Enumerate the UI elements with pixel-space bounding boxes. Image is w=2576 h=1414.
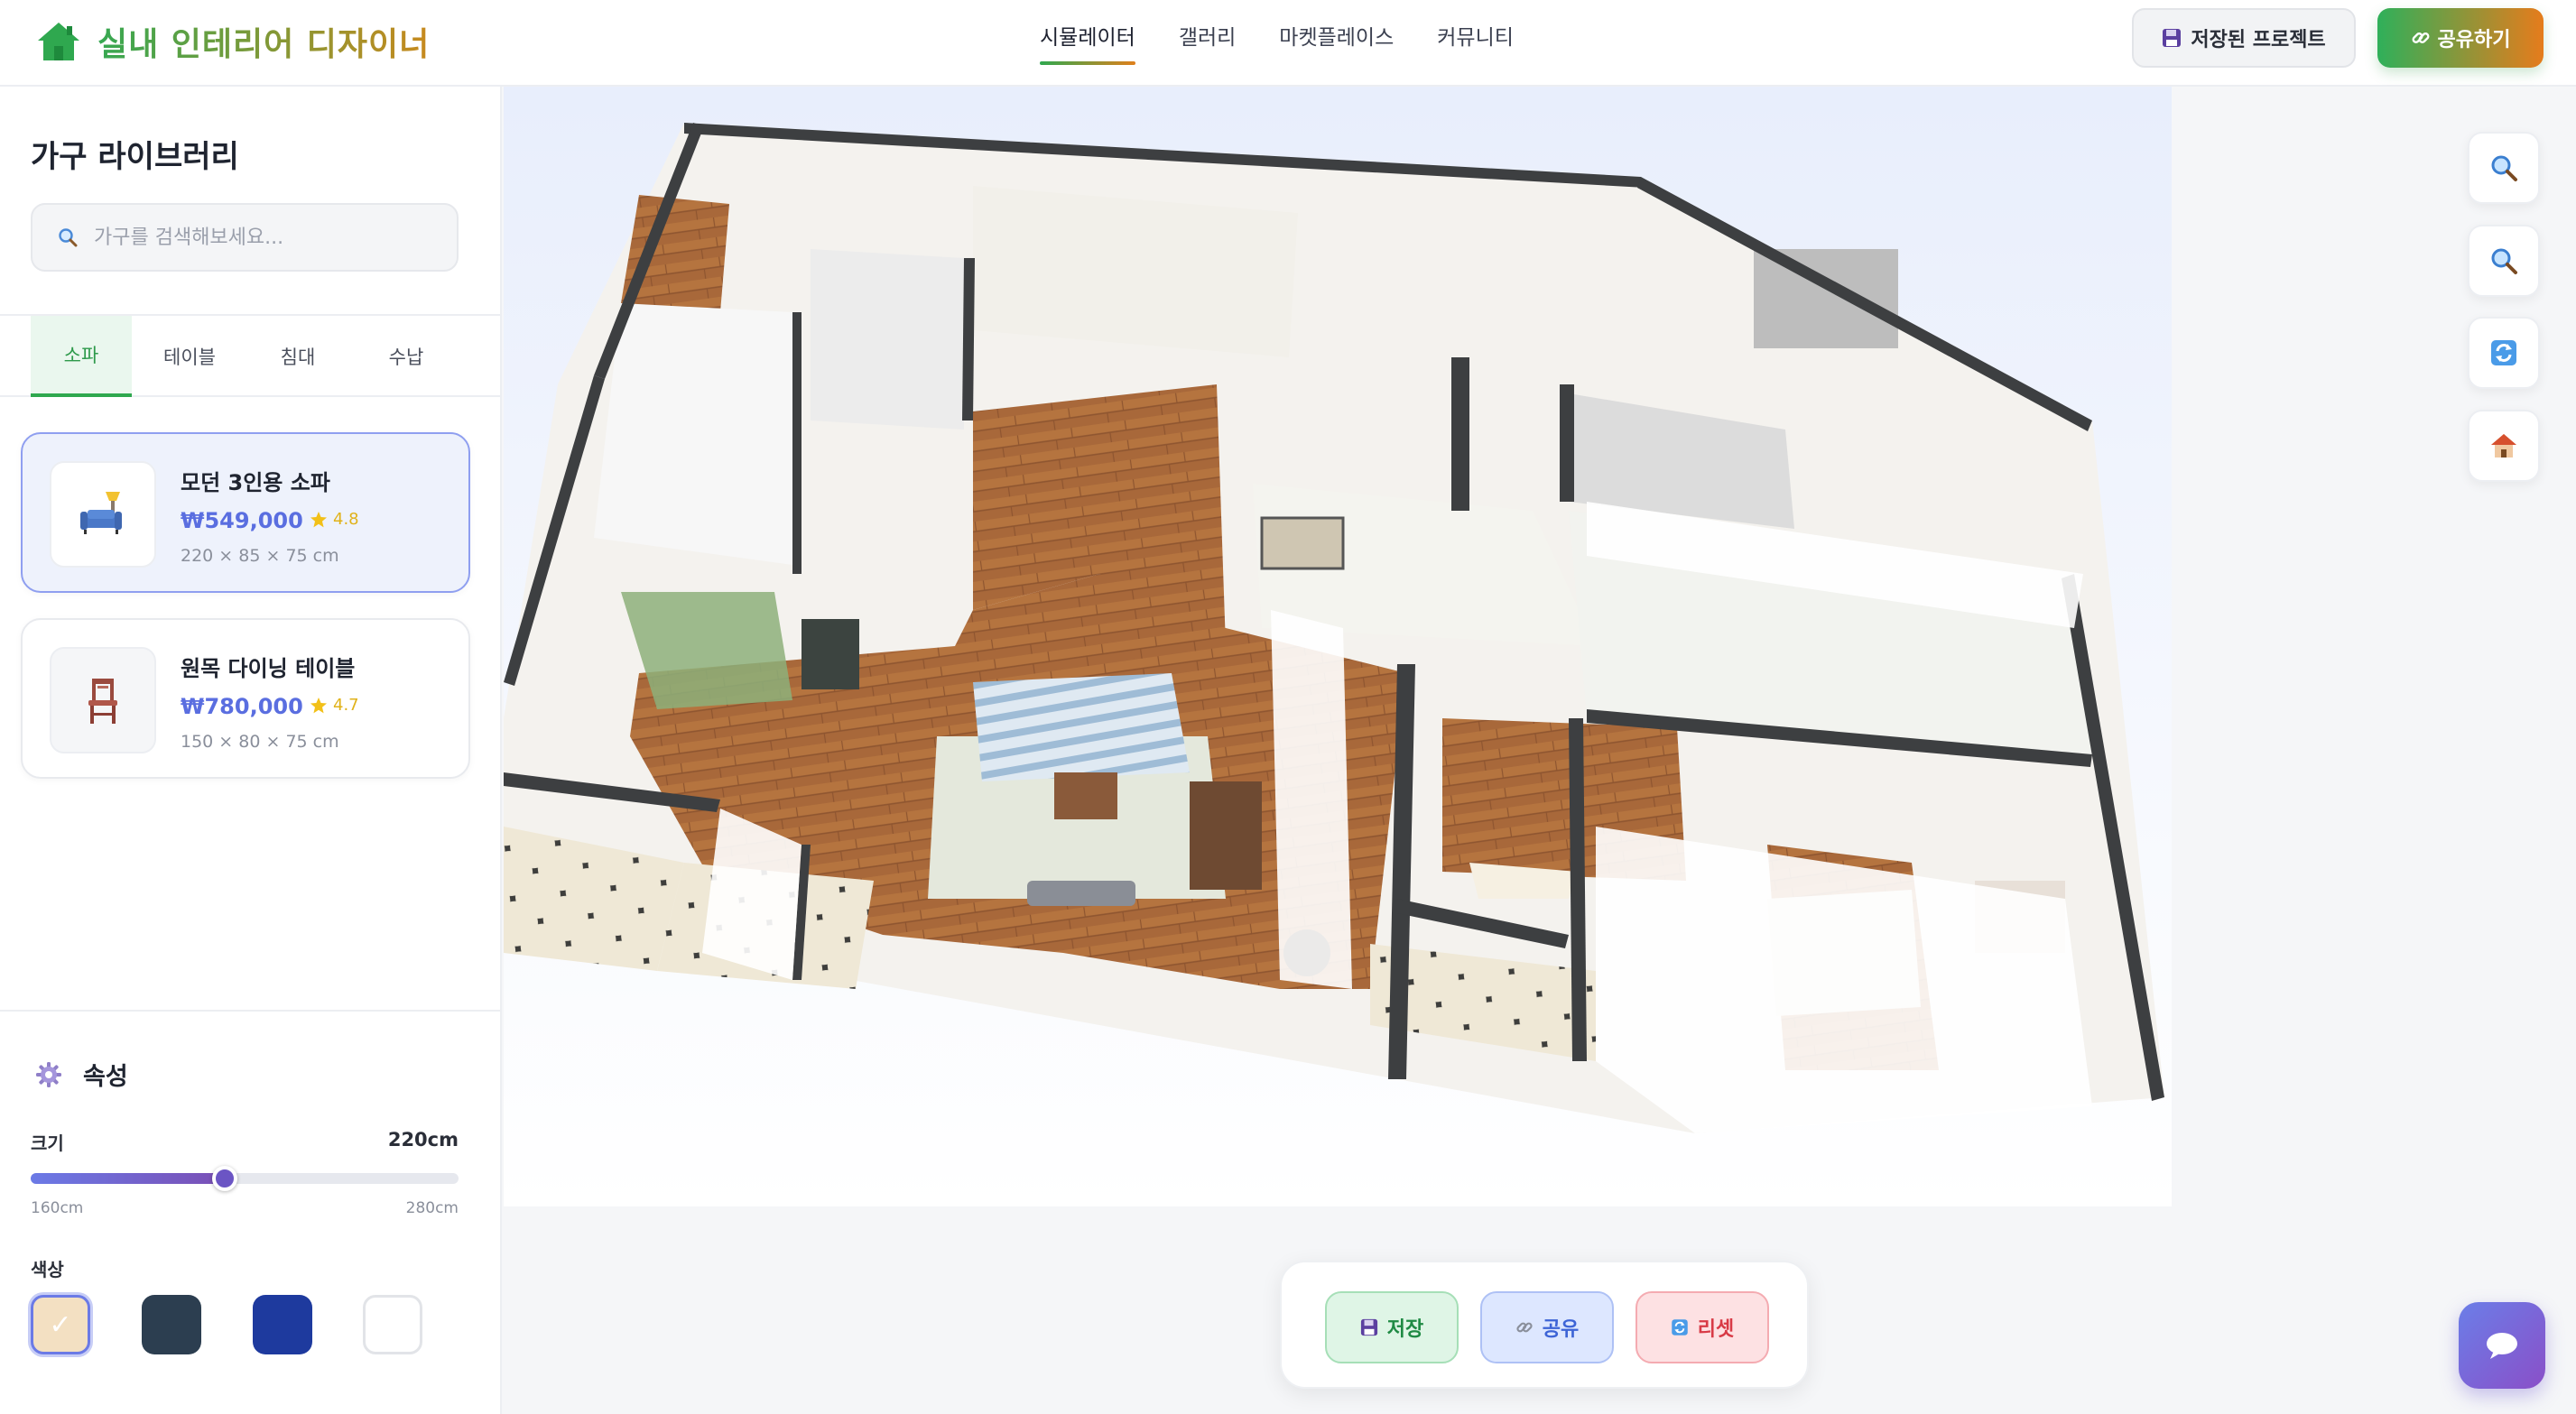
slider-fill	[31, 1173, 224, 1184]
bottom-action-bar: 저장 공유 리셋	[1280, 1261, 1809, 1389]
sofa-icon	[80, 492, 122, 534]
nav-gallery[interactable]: 갤러리	[1179, 20, 1236, 65]
chair-icon	[88, 679, 117, 724]
card-rating: 4.8	[310, 510, 359, 529]
rotate-icon	[2491, 340, 2516, 365]
rating-value: 4.8	[333, 510, 359, 529]
zoom-in-button[interactable]	[2468, 132, 2540, 204]
slider-handle[interactable]	[212, 1166, 238, 1191]
saved-projects-label: 저장된 프로젝트	[2191, 29, 2326, 51]
tab-table[interactable]: 테이블	[139, 316, 240, 397]
app-logo[interactable]: 실내 인테리어 디자이너	[36, 18, 430, 65]
card-thumbnail	[50, 647, 156, 753]
color-label: 색상	[31, 1259, 64, 1280]
chat-button[interactable]	[2459, 1302, 2545, 1389]
star-icon	[310, 511, 327, 527]
saved-projects-button[interactable]: 저장된 프로젝트	[2132, 8, 2356, 68]
furniture-card[interactable]: 원목 다이닝 테이블 ₩780,000 4.7 150 × 80 × 75 cm	[21, 618, 470, 779]
house-icon	[38, 23, 79, 60]
search-input[interactable]	[94, 226, 437, 249]
save-button[interactable]: 저장	[1325, 1291, 1459, 1363]
color-swatch-charcoal[interactable]	[142, 1295, 201, 1354]
card-name: 원목 다이닝 테이블	[181, 656, 356, 681]
color-swatch-white[interactable]	[363, 1295, 422, 1354]
nav-marketplace[interactable]: 마켓플레이스	[1279, 20, 1394, 65]
tab-sofa[interactable]: 소파	[31, 316, 132, 397]
floppy-icon	[2163, 29, 2182, 47]
card-thumbnail	[50, 461, 156, 568]
share-button[interactable]: 공유하기	[2377, 8, 2544, 68]
link-icon	[2412, 32, 2429, 43]
search-box[interactable]	[31, 203, 459, 272]
rotate-view-button[interactable]	[2468, 317, 2540, 389]
card-dimensions: 150 × 80 × 75 cm	[181, 732, 339, 752]
card-rating: 4.7	[310, 696, 359, 715]
floorplan-render	[504, 87, 2179, 1206]
card-price: ₩780,000	[181, 694, 303, 719]
house-icon	[2491, 434, 2516, 457]
card-dimensions: 220 × 85 × 75 cm	[181, 546, 339, 566]
link-icon	[1516, 1322, 1533, 1333]
size-label: 크기	[31, 1132, 64, 1154]
properties-header: 속성	[34, 1057, 128, 1092]
speech-bubble-icon	[2487, 1333, 2517, 1359]
3d-floorplan-canvas[interactable]	[504, 87, 2179, 1206]
nav-community[interactable]: 커뮤니티	[1437, 20, 1514, 65]
check-icon: ✓	[49, 1308, 72, 1341]
magnifier-icon	[2491, 248, 2517, 274]
slider-max-label: 280cm	[405, 1199, 459, 1217]
reset-button[interactable]: 리셋	[1635, 1291, 1769, 1363]
properties-panel: 속성 크기 220cm 160cm 280cm 색상 ✓	[0, 1010, 502, 1414]
save-label: 저장	[1386, 1318, 1424, 1341]
furniture-sidebar: 가구 라이브러리 소파 테이블 침대 수납 모던 3인용 소파	[0, 87, 502, 1414]
card-name: 모던 3인용 소파	[181, 470, 330, 495]
magnifier-icon	[2491, 155, 2517, 181]
gear-icon	[36, 1061, 61, 1087]
rotate-icon	[1672, 1319, 1688, 1335]
furniture-card[interactable]: 모던 3인용 소파 ₩549,000 4.8 220 × 85 × 75 cm	[21, 432, 470, 593]
home-view-button[interactable]	[2468, 410, 2540, 482]
search-icon	[59, 228, 78, 247]
card-price: ₩549,000	[181, 508, 303, 533]
floppy-icon	[1360, 1318, 1377, 1336]
nav-simulator[interactable]: 시뮬레이터	[1040, 20, 1135, 65]
slider-min-label: 160cm	[31, 1199, 84, 1217]
top-header: 실내 인테리어 디자이너 시뮬레이터 갤러리 마켓플레이스 커뮤니티 저장된 프…	[0, 0, 2576, 87]
category-tabs: 소파 테이블 침대 수납	[0, 314, 502, 397]
color-swatch-beige[interactable]: ✓	[31, 1295, 90, 1354]
color-swatch-navy[interactable]	[253, 1295, 312, 1354]
zoom-out-button[interactable]	[2468, 225, 2540, 297]
size-value: 220cm	[387, 1129, 459, 1151]
star-icon	[310, 697, 327, 713]
share-action-button[interactable]: 공유	[1480, 1291, 1614, 1363]
main-nav: 시뮬레이터 갤러리 마켓플레이스 커뮤니티	[1040, 20, 1514, 65]
tab-bed[interactable]: 침대	[247, 316, 348, 397]
tab-storage[interactable]: 수납	[356, 316, 457, 397]
app-title: 실내 인테리어 디자이너	[97, 18, 430, 65]
reset-label: 리셋	[1697, 1318, 1735, 1341]
library-title: 가구 라이브러리	[31, 139, 239, 175]
size-slider[interactable]	[31, 1166, 459, 1191]
share-label: 공유하기	[2437, 29, 2511, 51]
rating-value: 4.7	[333, 696, 359, 715]
share-action-label: 공유	[1542, 1318, 1580, 1341]
properties-title: 속성	[83, 1063, 128, 1091]
